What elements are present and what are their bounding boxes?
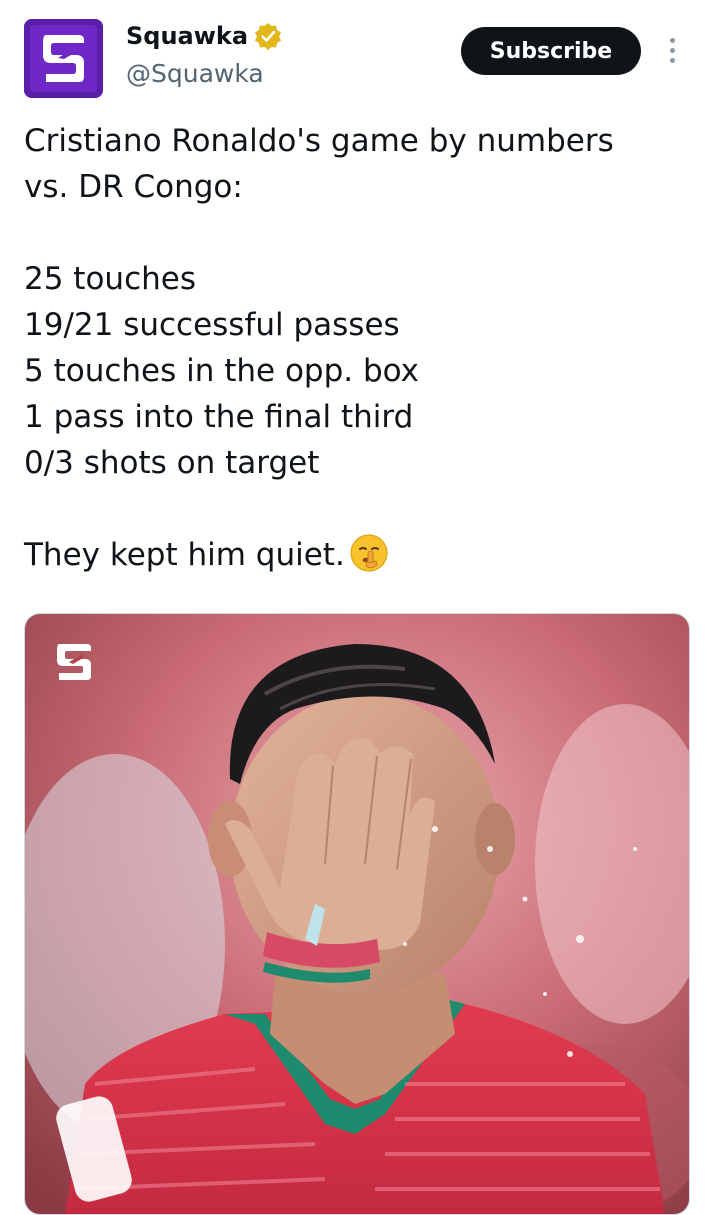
stat-line: 1 pass into the final third — [24, 399, 414, 435]
verified-badge-icon — [255, 23, 282, 50]
account-name[interactable]: Squawka — [126, 22, 248, 50]
stat-line: 5 touches in the opp. box — [24, 353, 420, 389]
stat-line: 0/3 shots on target — [24, 445, 320, 481]
stat-line: 25 touches — [24, 261, 196, 297]
shushing-face-icon — [350, 534, 388, 572]
more-vertical-icon[interactable] — [664, 38, 680, 66]
player-photo — [25, 614, 689, 1214]
subscribe-button[interactable]: Subscribe — [461, 27, 641, 75]
squawka-watermark-icon — [57, 644, 91, 680]
tweet-photo[interactable] — [24, 613, 690, 1215]
squawka-logo-icon — [24, 19, 103, 98]
tweet-closing-line: They kept him quiet. — [24, 532, 684, 578]
tweet-line: Cristiano Ronaldo's game by numbers — [24, 123, 614, 159]
tweet-text: Cristiano Ronaldo's game by numbers vs. … — [24, 118, 684, 578]
tweet-line: vs. DR Congo: — [24, 169, 243, 205]
tweet-line: They kept him quiet. — [24, 537, 345, 573]
account-name-row[interactable]: Squawka — [126, 22, 282, 50]
account-handle[interactable]: @Squawka — [126, 59, 264, 88]
account-avatar[interactable] — [24, 19, 103, 98]
stat-line: 19/21 successful passes — [24, 307, 400, 343]
